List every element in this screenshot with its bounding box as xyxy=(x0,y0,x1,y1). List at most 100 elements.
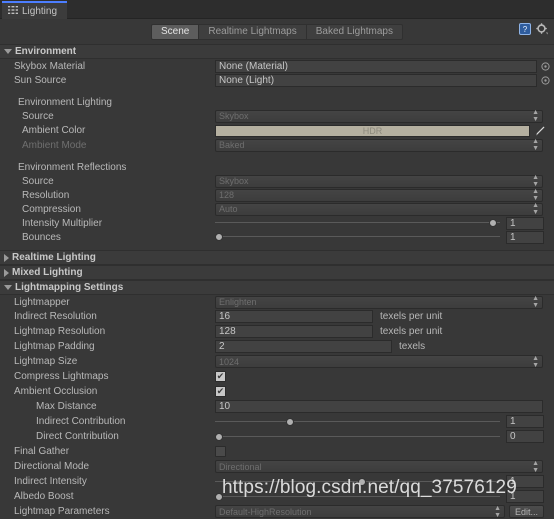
dropdown-reflection-source[interactable]: Skybox ▲ ▼ xyxy=(215,174,543,188)
row-reflection-source: Source Skybox ▲ ▼ xyxy=(0,174,554,188)
input-lightmap-resolution[interactable]: 128 xyxy=(215,325,373,338)
dropdown-directional-mode[interactable]: Directional ▲ ▼ xyxy=(215,460,543,474)
object-picker-icon-sun-source[interactable] xyxy=(539,74,552,87)
unit-lightmap-resolution: texels per unit xyxy=(380,326,443,337)
section-title-realtime-lighting: Realtime Lighting xyxy=(12,252,96,263)
row-ambient-occlusion: Ambient Occlusion ✔ xyxy=(0,384,554,399)
label-compression: Compression xyxy=(22,203,81,215)
slider-knob[interactable] xyxy=(215,492,223,501)
slider-intensity-multiplier[interactable] xyxy=(215,217,500,229)
slider-track xyxy=(215,236,500,237)
section-header-realtime-lighting[interactable]: Realtime Lighting xyxy=(0,250,554,265)
chevron-updown-icon: ▲ ▼ xyxy=(532,202,539,216)
dropdown-compression-value: Auto xyxy=(219,204,238,214)
chevron-down-icon xyxy=(4,49,12,54)
section-header-environment[interactable]: Environment xyxy=(0,44,554,59)
label-ambient-color: Ambient Color xyxy=(22,125,86,136)
group-environment-reflections: Environment Reflections xyxy=(0,160,554,174)
input-indirect-resolution[interactable]: 16 xyxy=(215,310,373,323)
dropdown-reflection-source-value: Skybox xyxy=(219,176,249,186)
input-lightmap-padding[interactable]: 2 xyxy=(215,340,392,353)
gear-icon[interactable] xyxy=(536,23,548,38)
row-lightmap-parameters: Lightmap Parameters Default-HighResoluti… xyxy=(0,504,554,519)
slider-knob[interactable] xyxy=(488,219,497,227)
dropdown-env-lighting-source[interactable]: Skybox ▲ ▼ xyxy=(215,109,543,123)
dropdown-ambient-mode-value: Baked xyxy=(219,140,245,150)
window-tab-strip: Lighting xyxy=(0,0,554,19)
dropdown-lightmap-parameters-value: Default-HighResolution xyxy=(219,506,312,517)
label-indirect-resolution: Indirect Resolution xyxy=(14,311,97,322)
slider-indirect-intensity[interactable] xyxy=(215,476,500,488)
slider-knob[interactable] xyxy=(215,432,223,441)
label-sun-source: Sun Source xyxy=(14,74,67,86)
field-skybox-material[interactable]: None (Material) xyxy=(215,59,537,73)
chevron-updown-icon: ▲ ▼ xyxy=(532,295,539,309)
value-albedo-boost[interactable]: 1 xyxy=(506,490,544,503)
section-header-mixed-lighting[interactable]: Mixed Lighting xyxy=(0,265,554,280)
lighting-icon xyxy=(8,4,18,18)
dropdown-lightmap-size[interactable]: 1024 ▲ ▼ xyxy=(215,354,543,369)
label-skybox-material: Skybox Material xyxy=(14,60,86,72)
slider-knob[interactable] xyxy=(215,233,223,241)
checkbox-final-gather[interactable] xyxy=(215,446,226,457)
dropdown-lightmap-size-value: 1024 xyxy=(219,356,240,367)
slider-knob[interactable] xyxy=(286,417,295,426)
section-title-lightmapping-settings: Lightmapping Settings xyxy=(15,282,124,293)
slider-albedo-boost[interactable] xyxy=(215,491,500,503)
help-icon[interactable]: ? xyxy=(519,23,531,38)
chevron-updown-icon: ▲ ▼ xyxy=(532,354,539,369)
row-lightmap-size: Lightmap Size 1024 ▲ ▼ xyxy=(0,354,554,369)
dropdown-resolution[interactable]: 128 ▲ ▼ xyxy=(215,188,543,202)
label-environment-lighting: Environment Lighting xyxy=(18,96,112,108)
dropdown-lightmapper[interactable]: Enlighten ▲ ▼ xyxy=(215,295,543,309)
label-indirect-contribution: Indirect Contribution xyxy=(36,416,126,427)
value-indirect-contribution[interactable]: 1 xyxy=(506,415,544,428)
label-lightmap-parameters: Lightmap Parameters xyxy=(14,506,110,517)
section-header-lightmapping-settings[interactable]: Lightmapping Settings xyxy=(0,280,554,295)
input-max-distance[interactable]: 10 xyxy=(215,400,543,413)
value-intensity-multiplier[interactable]: 1 xyxy=(506,216,544,230)
value-bounces[interactable]: 1 xyxy=(506,230,544,244)
slider-knob[interactable] xyxy=(357,477,366,486)
dropdown-compression[interactable]: Auto ▲ ▼ xyxy=(215,202,543,216)
label-lightmap-padding: Lightmap Padding xyxy=(14,341,95,352)
tab-scene[interactable]: Scene xyxy=(150,23,200,40)
label-max-distance: Max Distance xyxy=(36,401,97,412)
row-lightmapper: Lightmapper Enlighten ▲ ▼ xyxy=(0,295,554,309)
tab-lighting-label: Lighting xyxy=(22,5,58,17)
row-lightmap-resolution: Lightmap Resolution 128 texels per unit xyxy=(0,324,554,339)
tab-realtime-lightmaps[interactable]: Realtime Lightmaps xyxy=(199,23,307,40)
chevron-updown-icon: ▲ ▼ xyxy=(532,109,539,123)
row-lightmap-padding: Lightmap Padding 2 texels xyxy=(0,339,554,354)
row-compression: Compression Auto ▲ ▼ xyxy=(0,202,554,216)
unit-lightmap-padding: texels xyxy=(399,341,426,352)
label-lightmapper: Lightmapper xyxy=(14,296,70,308)
svg-text:?: ? xyxy=(523,25,528,34)
slider-bounces[interactable] xyxy=(215,231,500,243)
slider-direct-contribution[interactable] xyxy=(215,431,500,443)
object-picker-icon-skybox-material[interactable] xyxy=(539,60,552,73)
slider-track xyxy=(215,222,500,223)
dropdown-resolution-value: 128 xyxy=(219,190,235,200)
eyedropper-icon[interactable] xyxy=(533,124,547,138)
value-indirect-intensity[interactable]: 1 xyxy=(506,475,544,488)
row-skybox-material: Skybox Material None (Material) xyxy=(0,59,554,73)
section-title-environment: Environment xyxy=(15,46,77,57)
color-field-ambient-color[interactable]: HDR xyxy=(215,124,530,137)
unit-indirect-resolution: texels per unit xyxy=(380,311,443,322)
dropdown-ambient-mode[interactable]: Baked ▲ ▼ xyxy=(215,138,543,152)
tab-lighting[interactable]: Lighting xyxy=(2,1,68,19)
slider-track xyxy=(215,420,500,422)
slider-indirect-contribution[interactable] xyxy=(215,416,500,428)
chevron-right-icon xyxy=(4,268,9,277)
group-environment-lighting: Environment Lighting xyxy=(0,95,554,109)
tab-baked-lightmaps[interactable]: Baked Lightmaps xyxy=(306,23,403,40)
field-sun-source[interactable]: None (Light) xyxy=(215,73,537,87)
label-indirect-intensity: Indirect Intensity xyxy=(14,476,87,487)
checkbox-ambient-occlusion[interactable]: ✔ xyxy=(215,386,226,397)
chevron-right-icon xyxy=(4,253,9,262)
slider-track xyxy=(215,435,500,437)
value-direct-contribution[interactable]: 0 xyxy=(506,430,544,443)
checkbox-compress-lightmaps[interactable]: ✔ xyxy=(215,371,226,382)
